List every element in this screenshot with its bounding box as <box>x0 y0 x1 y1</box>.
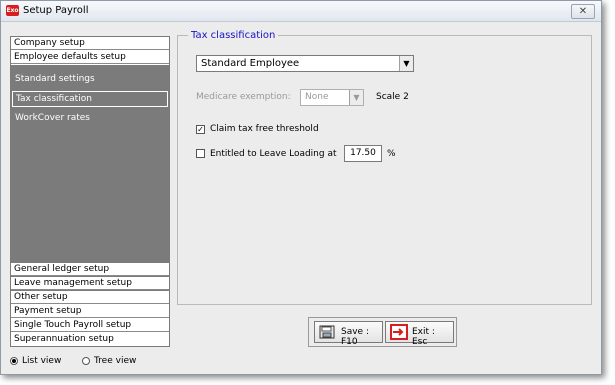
nav-employee-defaults-setup[interactable]: Employee defaults setup <box>11 51 169 64</box>
medicare-label: Medicare exemption: <box>196 92 291 102</box>
tax-classification-group: Tax classification Standard Employee ▼ M… <box>177 30 592 305</box>
chevron-down-icon: ▼ <box>349 90 363 105</box>
nav-payment-setup[interactable]: Payment setup <box>11 305 169 318</box>
scale-label: Scale 2 <box>376 92 409 102</box>
medicare-select: None ▼ <box>300 89 364 106</box>
nav-general-ledger-setup[interactable]: General ledger setup <box>11 263 169 276</box>
save-icon <box>319 325 335 339</box>
classification-value: Standard Employee <box>201 58 300 69</box>
leave-loading-input[interactable]: 17.50 <box>344 145 382 162</box>
claim-threshold-label: Claim tax free threshold <box>210 124 319 134</box>
leave-loading-checkbox[interactable] <box>196 149 205 158</box>
exit-icon <box>390 324 408 340</box>
window-title: Setup Payroll <box>23 5 89 16</box>
tree-view-label: Tree view <box>94 356 137 366</box>
exit-button[interactable]: Exit : Esc <box>385 321 454 347</box>
save-label: Save : F10 <box>341 327 369 347</box>
action-buttons: Save : F10 Exit : Esc <box>308 317 457 347</box>
exit-label: Exit : Esc <box>412 327 435 347</box>
list-view-label: List view <box>22 356 62 366</box>
setup-navigation: Company setup Employee defaults setup St… <box>10 36 170 347</box>
nav-workcover-rates[interactable]: WorkCover rates <box>12 110 168 126</box>
setup-payroll-window: Exo Setup Payroll ✕ Company setup Employ… <box>0 0 602 375</box>
nav-tax-classification[interactable]: Tax classification <box>12 91 168 107</box>
close-button[interactable]: ✕ <box>571 4 595 19</box>
medicare-value: None <box>305 92 329 102</box>
claim-threshold-checkbox[interactable]: ✓ <box>196 125 205 134</box>
percent-label: % <box>387 149 396 159</box>
nav-subitems-panel: Standard settings Tax classification Wor… <box>11 65 169 291</box>
chevron-down-icon[interactable]: ▼ <box>399 56 413 71</box>
nav-leave-management-setup[interactable]: Leave management setup <box>11 277 169 290</box>
nav-company-setup[interactable]: Company setup <box>11 37 169 50</box>
nav-single-touch-payroll-setup[interactable]: Single Touch Payroll setup <box>11 319 169 332</box>
group-title: Tax classification <box>188 30 279 41</box>
nav-standard-settings[interactable]: Standard settings <box>12 71 168 87</box>
leave-loading-label: Entitled to Leave Loading at <box>210 149 337 159</box>
nav-superannuation-setup[interactable]: Superannuation setup <box>11 333 169 346</box>
title-bar: Exo Setup Payroll ✕ <box>1 1 601 22</box>
save-button[interactable]: Save : F10 <box>314 321 383 347</box>
tree-view-radio[interactable] <box>82 357 90 365</box>
app-icon: Exo <box>6 5 19 16</box>
list-view-radio[interactable] <box>10 357 18 365</box>
classification-select[interactable]: Standard Employee ▼ <box>196 55 414 72</box>
nav-other-setup[interactable]: Other setup <box>11 291 169 304</box>
